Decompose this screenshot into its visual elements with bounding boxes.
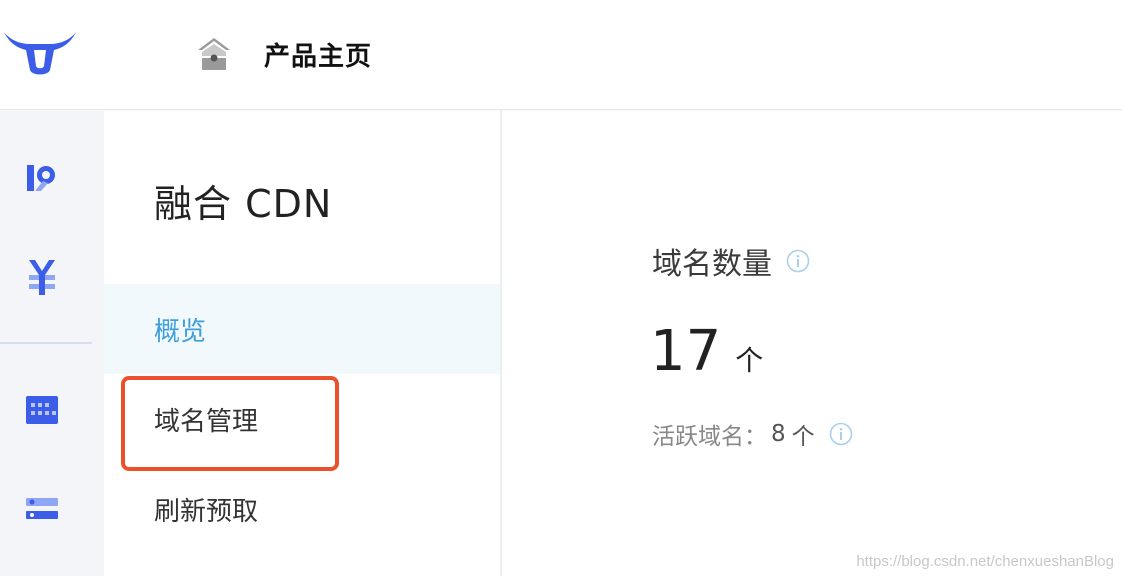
nav-item-overview[interactable]: 概览: [104, 284, 500, 374]
rail-divider: [0, 342, 92, 344]
nav-item-refresh-prefetch[interactable]: 刷新预取: [104, 464, 500, 554]
info-icon[interactable]: [786, 249, 810, 273]
domain-count-value: 17: [650, 319, 722, 384]
product-home-label: 产品主页: [264, 41, 373, 72]
active-domains-value: 8: [771, 421, 786, 447]
domain-count-unit: 个: [735, 344, 764, 377]
watermark-text: https://blog.csdn.net/chenxueshanBlog: [856, 553, 1114, 570]
domain-count-value-row: 17 个: [650, 319, 763, 384]
kodo-icon[interactable]: [20, 156, 64, 200]
overview-panel: 域名数量 17 个 活跃域名： 8 个: [504, 111, 1122, 576]
top-header: 产品主页: [0, 0, 1122, 110]
active-domains-label: 活跃域名：: [652, 424, 767, 450]
active-domains-row: 活跃域名： 8 个: [652, 417, 853, 451]
home-icon: [196, 36, 232, 72]
domain-count-label: 域名数量: [652, 247, 772, 282]
bull-logo-icon[interactable]: [0, 26, 80, 80]
nav-item-domain-management[interactable]: 域名管理: [104, 374, 500, 464]
info-icon[interactable]: [829, 422, 853, 446]
icon-rail: [0, 111, 104, 576]
product-home-link[interactable]: 产品主页: [196, 34, 372, 74]
active-domains-unit: 个: [791, 424, 815, 450]
product-title: 融合 CDN: [154, 182, 333, 226]
domain-count-card: 域名数量: [652, 239, 810, 283]
server-icon[interactable]: [20, 487, 64, 531]
grid-app-icon[interactable]: [20, 388, 64, 432]
yen-icon[interactable]: [20, 255, 64, 299]
cdn-sub-navigation: 融合 CDN 概览 域名管理 刷新预取: [104, 111, 502, 576]
